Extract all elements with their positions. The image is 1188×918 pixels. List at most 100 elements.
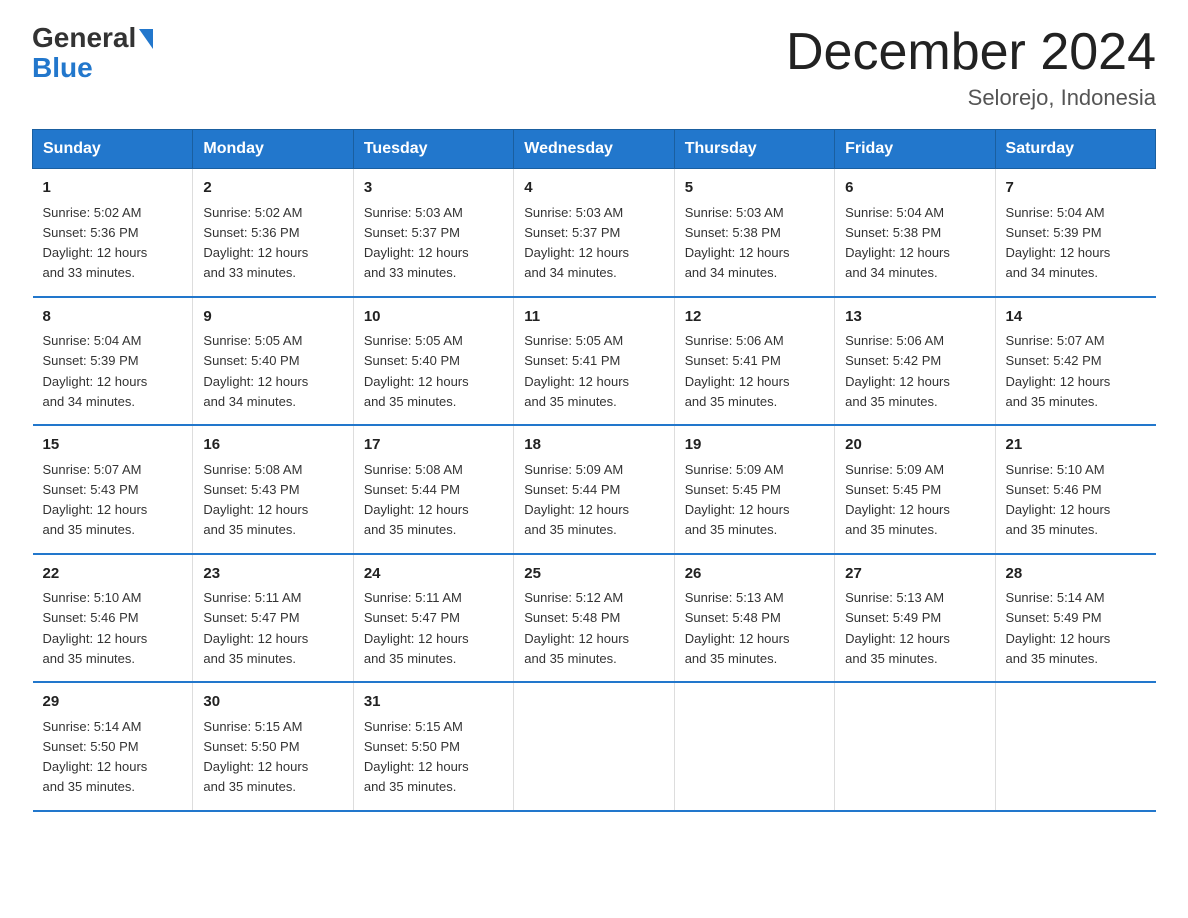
calendar-cell: 9 Sunrise: 5:05 AMSunset: 5:40 PMDayligh… (193, 297, 353, 426)
day-number: 18 (524, 434, 663, 457)
day-info: Sunrise: 5:05 AMSunset: 5:40 PMDaylight:… (364, 333, 469, 409)
day-info: Sunrise: 5:09 AMSunset: 5:45 PMDaylight:… (685, 462, 790, 538)
calendar-cell: 29 Sunrise: 5:14 AMSunset: 5:50 PMDaylig… (33, 682, 193, 811)
day-number: 14 (1006, 306, 1146, 329)
month-title: December 2024 (786, 24, 1156, 81)
calendar-cell: 3 Sunrise: 5:03 AMSunset: 5:37 PMDayligh… (353, 169, 513, 297)
calendar-week-row: 1 Sunrise: 5:02 AMSunset: 5:36 PMDayligh… (33, 169, 1156, 297)
col-friday: Friday (835, 130, 995, 169)
day-info: Sunrise: 5:12 AMSunset: 5:48 PMDaylight:… (524, 590, 629, 666)
day-info: Sunrise: 5:04 AMSunset: 5:39 PMDaylight:… (43, 333, 148, 409)
calendar-week-row: 8 Sunrise: 5:04 AMSunset: 5:39 PMDayligh… (33, 297, 1156, 426)
header: General Blue December 2024 Selorejo, Ind… (32, 24, 1156, 111)
calendar-cell: 25 Sunrise: 5:12 AMSunset: 5:48 PMDaylig… (514, 554, 674, 683)
day-number: 20 (845, 434, 984, 457)
day-info: Sunrise: 5:03 AMSunset: 5:38 PMDaylight:… (685, 205, 790, 281)
day-number: 8 (43, 306, 183, 329)
day-number: 7 (1006, 177, 1146, 200)
day-info: Sunrise: 5:15 AMSunset: 5:50 PMDaylight:… (364, 719, 469, 795)
day-info: Sunrise: 5:03 AMSunset: 5:37 PMDaylight:… (364, 205, 469, 281)
day-info: Sunrise: 5:10 AMSunset: 5:46 PMDaylight:… (43, 590, 148, 666)
day-number: 2 (203, 177, 342, 200)
day-info: Sunrise: 5:04 AMSunset: 5:39 PMDaylight:… (1006, 205, 1111, 281)
day-number: 10 (364, 306, 503, 329)
day-number: 6 (845, 177, 984, 200)
calendar-cell: 16 Sunrise: 5:08 AMSunset: 5:43 PMDaylig… (193, 425, 353, 554)
col-sunday: Sunday (33, 130, 193, 169)
col-monday: Monday (193, 130, 353, 169)
day-info: Sunrise: 5:08 AMSunset: 5:43 PMDaylight:… (203, 462, 308, 538)
calendar-cell (674, 682, 834, 811)
calendar-cell (835, 682, 995, 811)
calendar-cell: 19 Sunrise: 5:09 AMSunset: 5:45 PMDaylig… (674, 425, 834, 554)
calendar-cell: 1 Sunrise: 5:02 AMSunset: 5:36 PMDayligh… (33, 169, 193, 297)
calendar-week-row: 29 Sunrise: 5:14 AMSunset: 5:50 PMDaylig… (33, 682, 1156, 811)
day-number: 16 (203, 434, 342, 457)
day-info: Sunrise: 5:08 AMSunset: 5:44 PMDaylight:… (364, 462, 469, 538)
day-info: Sunrise: 5:03 AMSunset: 5:37 PMDaylight:… (524, 205, 629, 281)
day-number: 29 (43, 691, 183, 714)
calendar-cell: 31 Sunrise: 5:15 AMSunset: 5:50 PMDaylig… (353, 682, 513, 811)
calendar-cell: 2 Sunrise: 5:02 AMSunset: 5:36 PMDayligh… (193, 169, 353, 297)
col-thursday: Thursday (674, 130, 834, 169)
logo-blue-text: Blue (32, 52, 93, 84)
day-number: 11 (524, 306, 663, 329)
logo: General Blue (32, 24, 153, 84)
day-info: Sunrise: 5:07 AMSunset: 5:43 PMDaylight:… (43, 462, 148, 538)
day-number: 23 (203, 563, 342, 586)
day-number: 15 (43, 434, 183, 457)
calendar-cell: 5 Sunrise: 5:03 AMSunset: 5:38 PMDayligh… (674, 169, 834, 297)
day-info: Sunrise: 5:15 AMSunset: 5:50 PMDaylight:… (203, 719, 308, 795)
day-number: 26 (685, 563, 824, 586)
calendar-cell: 24 Sunrise: 5:11 AMSunset: 5:47 PMDaylig… (353, 554, 513, 683)
header-row: Sunday Monday Tuesday Wednesday Thursday… (33, 130, 1156, 169)
calendar-cell: 27 Sunrise: 5:13 AMSunset: 5:49 PMDaylig… (835, 554, 995, 683)
day-number: 3 (364, 177, 503, 200)
calendar-week-row: 22 Sunrise: 5:10 AMSunset: 5:46 PMDaylig… (33, 554, 1156, 683)
day-number: 5 (685, 177, 824, 200)
day-number: 25 (524, 563, 663, 586)
col-wednesday: Wednesday (514, 130, 674, 169)
day-number: 30 (203, 691, 342, 714)
day-number: 19 (685, 434, 824, 457)
day-number: 1 (43, 177, 183, 200)
calendar-cell: 23 Sunrise: 5:11 AMSunset: 5:47 PMDaylig… (193, 554, 353, 683)
day-number: 21 (1006, 434, 1146, 457)
logo-arrow-icon (139, 29, 153, 49)
calendar-cell: 28 Sunrise: 5:14 AMSunset: 5:49 PMDaylig… (995, 554, 1155, 683)
day-info: Sunrise: 5:14 AMSunset: 5:50 PMDaylight:… (43, 719, 148, 795)
day-info: Sunrise: 5:09 AMSunset: 5:45 PMDaylight:… (845, 462, 950, 538)
day-info: Sunrise: 5:09 AMSunset: 5:44 PMDaylight:… (524, 462, 629, 538)
calendar-table: Sunday Monday Tuesday Wednesday Thursday… (32, 129, 1156, 812)
calendar-cell: 8 Sunrise: 5:04 AMSunset: 5:39 PMDayligh… (33, 297, 193, 426)
location-title: Selorejo, Indonesia (786, 85, 1156, 111)
calendar-cell: 7 Sunrise: 5:04 AMSunset: 5:39 PMDayligh… (995, 169, 1155, 297)
calendar-cell: 22 Sunrise: 5:10 AMSunset: 5:46 PMDaylig… (33, 554, 193, 683)
calendar-cell: 6 Sunrise: 5:04 AMSunset: 5:38 PMDayligh… (835, 169, 995, 297)
day-number: 28 (1006, 563, 1146, 586)
day-info: Sunrise: 5:04 AMSunset: 5:38 PMDaylight:… (845, 205, 950, 281)
day-info: Sunrise: 5:07 AMSunset: 5:42 PMDaylight:… (1006, 333, 1111, 409)
calendar-cell: 14 Sunrise: 5:07 AMSunset: 5:42 PMDaylig… (995, 297, 1155, 426)
calendar-cell: 11 Sunrise: 5:05 AMSunset: 5:41 PMDaylig… (514, 297, 674, 426)
day-info: Sunrise: 5:11 AMSunset: 5:47 PMDaylight:… (203, 590, 308, 666)
calendar-cell (995, 682, 1155, 811)
day-info: Sunrise: 5:05 AMSunset: 5:40 PMDaylight:… (203, 333, 308, 409)
day-number: 4 (524, 177, 663, 200)
col-saturday: Saturday (995, 130, 1155, 169)
day-info: Sunrise: 5:13 AMSunset: 5:49 PMDaylight:… (845, 590, 950, 666)
col-tuesday: Tuesday (353, 130, 513, 169)
calendar-cell: 13 Sunrise: 5:06 AMSunset: 5:42 PMDaylig… (835, 297, 995, 426)
day-info: Sunrise: 5:06 AMSunset: 5:42 PMDaylight:… (845, 333, 950, 409)
day-number: 17 (364, 434, 503, 457)
page: General Blue December 2024 Selorejo, Ind… (0, 0, 1188, 844)
calendar-cell: 12 Sunrise: 5:06 AMSunset: 5:41 PMDaylig… (674, 297, 834, 426)
calendar-cell: 30 Sunrise: 5:15 AMSunset: 5:50 PMDaylig… (193, 682, 353, 811)
calendar-cell: 15 Sunrise: 5:07 AMSunset: 5:43 PMDaylig… (33, 425, 193, 554)
day-info: Sunrise: 5:11 AMSunset: 5:47 PMDaylight:… (364, 590, 469, 666)
day-info: Sunrise: 5:06 AMSunset: 5:41 PMDaylight:… (685, 333, 790, 409)
day-info: Sunrise: 5:05 AMSunset: 5:41 PMDaylight:… (524, 333, 629, 409)
day-number: 12 (685, 306, 824, 329)
calendar-cell: 10 Sunrise: 5:05 AMSunset: 5:40 PMDaylig… (353, 297, 513, 426)
calendar-cell: 21 Sunrise: 5:10 AMSunset: 5:46 PMDaylig… (995, 425, 1155, 554)
